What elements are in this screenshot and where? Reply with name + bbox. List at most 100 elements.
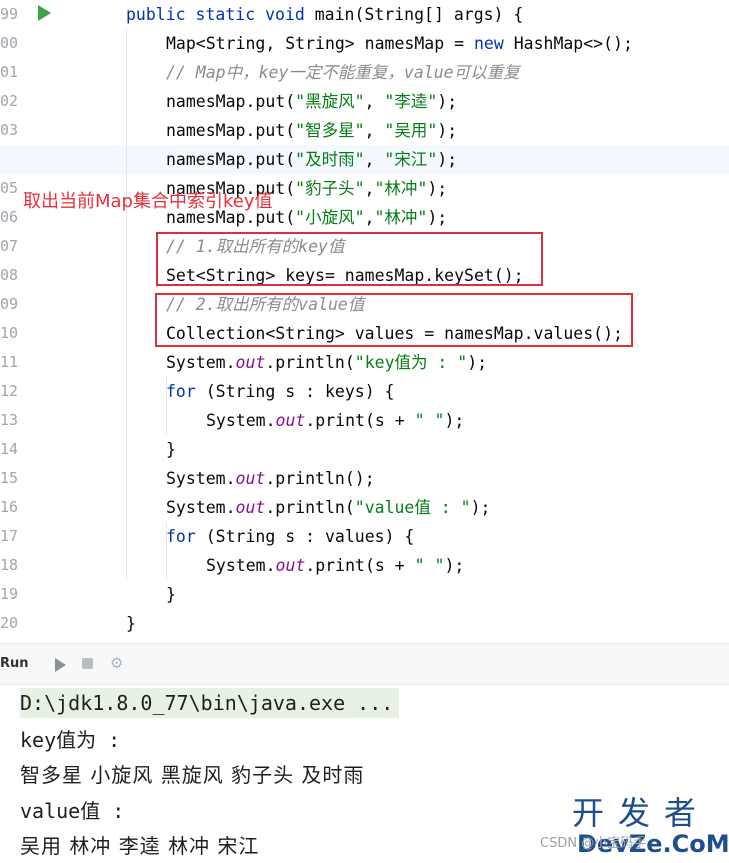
code-token: for bbox=[166, 527, 206, 546]
code-line-text: } bbox=[166, 580, 176, 609]
code-token: ); bbox=[444, 411, 465, 430]
code-line-text: public static void main(String[] args) { bbox=[126, 0, 523, 29]
highlight-box-values bbox=[155, 293, 633, 347]
code-token: ); bbox=[467, 353, 488, 372]
code-token: , bbox=[364, 179, 375, 198]
indent-guide bbox=[126, 29, 127, 580]
code-line-text: namesMap.put("智多星", "吴用"); bbox=[166, 116, 457, 145]
console-command-line: D:\jdk1.8.0_77\bin\java.exe ... bbox=[20, 688, 400, 718]
code-token: , bbox=[364, 150, 385, 169]
code-token: new bbox=[473, 34, 514, 53]
watermark-csdn: CSDN @小宝码手 bbox=[540, 836, 647, 851]
code-token: " " bbox=[414, 411, 445, 430]
code-token: "及时雨" bbox=[295, 150, 365, 169]
code-line-text: Map<String, String> namesMap = new HashM… bbox=[166, 29, 633, 58]
code-token: ); bbox=[437, 150, 458, 169]
code-line-text: for (String s : keys) { bbox=[166, 377, 395, 406]
code-token: System. bbox=[166, 469, 236, 488]
code-token: } bbox=[126, 614, 136, 633]
code-token: out bbox=[275, 556, 306, 575]
code-token: , bbox=[364, 92, 385, 111]
code-token: "林冲" bbox=[374, 208, 428, 227]
code-line[interactable]: // Map中，key一定不能重复，value可以重复 bbox=[0, 58, 729, 87]
code-line[interactable]: } bbox=[0, 435, 729, 464]
code-line-text: namesMap.put("及时雨", "宋江"); bbox=[166, 145, 457, 174]
code-line[interactable]: System.out.println("value值 : "); bbox=[0, 493, 729, 522]
code-token: System. bbox=[206, 556, 276, 575]
code-token: "吴用" bbox=[384, 121, 438, 140]
code-token: Map<String, String> namesMap = bbox=[166, 34, 474, 53]
code-line[interactable]: System.out.println("key值为 : "); bbox=[0, 348, 729, 377]
code-token: System. bbox=[166, 498, 236, 517]
code-token: ); bbox=[437, 121, 458, 140]
code-token: "黑旋风" bbox=[295, 92, 365, 111]
code-token: .println( bbox=[265, 498, 355, 517]
code-token: for bbox=[166, 382, 206, 401]
highlight-box-keyset bbox=[156, 232, 543, 286]
code-line[interactable]: System.out.println(); bbox=[0, 464, 729, 493]
code-token: } bbox=[166, 585, 176, 604]
code-line[interactable]: namesMap.put("黑旋风", "李逵"); bbox=[0, 87, 729, 116]
indent-guide bbox=[166, 377, 167, 435]
code-line[interactable]: System.out.print(s + " "); bbox=[0, 551, 729, 580]
console-line: 吴用 林冲 李逵 林冲 宋江 bbox=[20, 834, 260, 858]
code-token: out bbox=[235, 353, 266, 372]
code-line[interactable]: for (String s : values) { bbox=[0, 522, 729, 551]
console-line: 智多星 小旋风 黑旋风 豹子头 及时雨 bbox=[20, 763, 365, 787]
code-token: (String s : keys) { bbox=[205, 382, 395, 401]
code-token: namesMap.put( bbox=[166, 150, 296, 169]
code-line-text: } bbox=[166, 435, 176, 464]
code-token: namesMap.put( bbox=[166, 121, 296, 140]
code-token: out bbox=[235, 469, 266, 488]
annotation-label: 取出当前Map集合中索引key值 bbox=[23, 191, 273, 212]
code-token: "豹子头" bbox=[295, 179, 365, 198]
console-line: value值 : bbox=[20, 799, 125, 823]
code-line[interactable]: namesMap.put("及时雨", "宋江"); bbox=[0, 145, 729, 174]
code-token: .print(s + bbox=[305, 411, 415, 430]
code-line[interactable]: } bbox=[0, 580, 729, 609]
code-line[interactable]: Map<String, String> namesMap = new HashM… bbox=[0, 29, 729, 58]
console-line: key值为 : bbox=[20, 728, 121, 752]
code-line-text: System.out.println("key值为 : "); bbox=[166, 348, 487, 377]
code-token: ); bbox=[444, 556, 465, 575]
indent-guide bbox=[166, 522, 167, 580]
code-token: .print(s + bbox=[305, 556, 415, 575]
run-tab-label[interactable]: Run bbox=[0, 656, 29, 671]
code-line[interactable]: for (String s : keys) { bbox=[0, 377, 729, 406]
code-line-text: System.out.print(s + " "); bbox=[206, 406, 464, 435]
code-token: ); bbox=[470, 498, 491, 517]
code-token: ); bbox=[427, 179, 448, 198]
code-token: "李逵" bbox=[384, 92, 438, 111]
code-line[interactable]: public static void main(String[] args) { bbox=[0, 0, 729, 29]
code-token: (String s : values) { bbox=[205, 527, 415, 546]
code-line[interactable]: System.out.print(s + " "); bbox=[0, 406, 729, 435]
code-token: namesMap.put( bbox=[166, 92, 296, 111]
code-token: "林冲" bbox=[374, 179, 428, 198]
code-line-text: System.out.println("value值 : "); bbox=[166, 493, 490, 522]
code-token: .println( bbox=[265, 353, 355, 372]
code-token: } bbox=[166, 440, 176, 459]
code-token: "智多星" bbox=[295, 121, 365, 140]
code-line-text: for (String s : values) { bbox=[166, 522, 414, 551]
code-token: ); bbox=[427, 208, 448, 227]
run-stop-icon[interactable] bbox=[82, 658, 93, 669]
code-line-text: System.out.print(s + " "); bbox=[206, 551, 464, 580]
code-token: .println(); bbox=[265, 469, 375, 488]
code-line[interactable]: namesMap.put("智多星", "吴用"); bbox=[0, 116, 729, 145]
code-line-text: System.out.println(); bbox=[166, 464, 375, 493]
code-line[interactable]: } bbox=[0, 609, 729, 638]
code-token: HashMap<>(); bbox=[513, 34, 633, 53]
code-token: "key值为 : " bbox=[354, 353, 468, 372]
code-editor[interactable]: 9900010203040506070809101112131415161718… bbox=[0, 0, 729, 643]
watermark-logo: 开发者 bbox=[572, 794, 711, 832]
code-line-text: // Map中，key一定不能重复，value可以重复 bbox=[166, 58, 520, 87]
code-token: // Map中，key一定不能重复，value可以重复 bbox=[166, 63, 520, 82]
run-debug-icon[interactable]: ⚙ bbox=[110, 654, 123, 672]
code-token: out bbox=[275, 411, 306, 430]
run-play-icon[interactable] bbox=[55, 658, 66, 672]
code-token: public static void bbox=[126, 5, 315, 24]
code-token: System. bbox=[166, 353, 236, 372]
code-token: System. bbox=[206, 411, 276, 430]
code-token: , bbox=[364, 121, 385, 140]
code-line-text: namesMap.put("黑旋风", "李逵"); bbox=[166, 87, 457, 116]
